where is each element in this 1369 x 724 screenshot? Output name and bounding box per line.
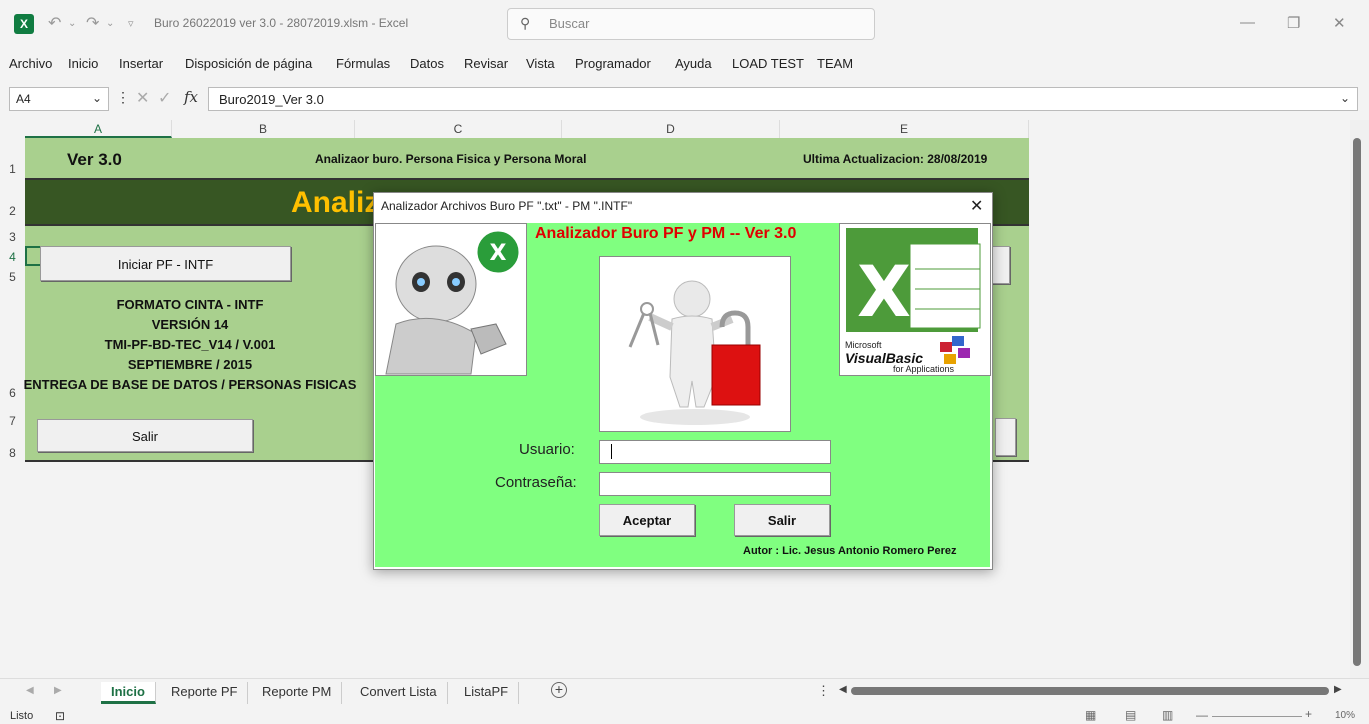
tab-vista[interactable]: Vista — [526, 56, 555, 71]
minimize-icon[interactable]: — — [1240, 14, 1255, 31]
row-header-5[interactable]: 5 — [0, 270, 25, 284]
tab-programador[interactable]: Programador — [575, 56, 651, 71]
tab-insertar[interactable]: Insertar — [119, 56, 163, 71]
check-icon[interactable]: ✓ — [158, 88, 171, 108]
page-break-icon[interactable]: ▥ — [1162, 708, 1173, 722]
redo-dropdown-icon[interactable]: ⌄ — [106, 18, 114, 29]
info-line: SEPTIEMBRE / 2015 — [127, 357, 253, 372]
svg-text:X: X — [857, 251, 911, 333]
tab-disposicion[interactable]: Disposición de página — [185, 56, 312, 71]
more-tabs-icon[interactable]: ⋮ — [817, 683, 830, 699]
normal-view-icon[interactable]: ▦ — [1085, 708, 1096, 722]
redo-icon[interactable]: ↷ — [86, 13, 99, 33]
tab-archivo[interactable]: Archivo — [9, 56, 52, 71]
column-header-c[interactable]: C — [355, 120, 562, 138]
column-header-b[interactable]: B — [172, 120, 355, 138]
info-line: ENTREGA DE BASE DE DATOS / PERSONAS FISI… — [23, 377, 357, 392]
row-header-8[interactable]: 8 — [0, 446, 25, 460]
tab-team[interactable]: TEAM — [817, 56, 853, 71]
row-header-2[interactable]: 2 — [0, 204, 25, 218]
dialog-close-icon[interactable]: ✕ — [970, 196, 983, 216]
tab-revisar[interactable]: Revisar — [464, 56, 508, 71]
svg-text:X: X — [490, 241, 507, 266]
search-icon: ⚲ — [520, 15, 531, 31]
column-header-d[interactable]: D — [562, 120, 780, 138]
hidden-sheet-button[interactable] — [995, 418, 1016, 456]
version-cell[interactable]: Ver 3.0 — [67, 150, 122, 170]
horizontal-scroll-thumb[interactable] — [851, 687, 1329, 695]
column-header-e[interactable]: E — [780, 120, 1029, 138]
zoom-slider[interactable] — [1212, 716, 1302, 717]
usuario-label: Usuario: — [519, 441, 575, 458]
row-header-4[interactable]: 4 — [0, 250, 25, 264]
page-layout-icon[interactable]: ▤ — [1125, 708, 1136, 722]
info-line: TMI-PF-BD-TEC_V14 / V.001 — [104, 337, 276, 352]
tab-datos[interactable]: Datos — [410, 56, 444, 71]
text-caret — [611, 444, 612, 459]
undo-icon[interactable]: ↶ — [48, 13, 61, 33]
expand-formula-icon[interactable]: ⌄ — [1340, 91, 1350, 105]
excel-icon: X — [14, 14, 34, 34]
undo-dropdown-icon[interactable]: ⌄ — [68, 18, 76, 29]
restore-icon[interactable]: ❐ — [1287, 14, 1300, 32]
password-label: Contraseña: — [495, 474, 577, 491]
hscroll-right-icon[interactable]: ▶ — [1334, 684, 1342, 695]
status-ready: Listo — [10, 710, 34, 722]
more-options-icon[interactable]: ⋮ — [116, 89, 130, 106]
dialog-heading: Analizador Buro PF y PM -- Ver 3.0 — [535, 225, 797, 242]
insert-function-icon[interactable]: fx — [184, 88, 198, 106]
vba-logo-subtitle: for Applications — [893, 364, 955, 374]
zoom-in-icon[interactable]: + — [1305, 707, 1312, 721]
search-placeholder: Buscar — [549, 16, 590, 31]
iniciar-pf-button[interactable]: Iniciar PF - INTF — [40, 246, 291, 281]
lock-keys-image — [599, 256, 791, 432]
macro-record-icon[interactable]: ⊡ — [55, 709, 65, 723]
sheet-tab-convert-lista[interactable]: Convert Lista — [350, 682, 448, 704]
chevron-down-icon[interactable]: ⌄ — [92, 91, 102, 105]
scroll-tabs-left-icon[interactable]: ◀ — [26, 685, 34, 696]
row-header-1[interactable]: 1 — [0, 162, 25, 176]
sheet-tab-reporte-pm[interactable]: Reporte PM — [252, 682, 343, 704]
salir-sheet-button[interactable]: Salir — [37, 419, 253, 452]
info-line: FORMATO CINTA - INTF — [116, 297, 264, 312]
close-window-icon[interactable]: ✕ — [1333, 14, 1346, 32]
tab-formulas[interactable]: Fórmulas — [336, 56, 390, 71]
aceptar-button[interactable]: Aceptar — [599, 504, 695, 536]
sheet-tab-listapf[interactable]: ListaPF — [454, 682, 520, 704]
document-title: Buro 26022019 ver 3.0 - 28072019.xlsm - … — [154, 16, 409, 30]
tab-ayuda[interactable]: Ayuda — [675, 56, 712, 71]
vertical-scroll-thumb[interactable] — [1353, 138, 1361, 666]
author-label: Autor : Lic. Jesus Antonio Romero Perez — [743, 545, 957, 557]
customize-toolbar-icon[interactable]: ▿ — [128, 17, 134, 30]
zoom-level[interactable]: 10% — [1335, 710, 1355, 721]
updated-cell[interactable]: Ultima Actualizacion: 28/08/2019 — [803, 152, 987, 166]
row-header-3[interactable]: 3 — [0, 230, 25, 244]
sheet-tab-reporte-pf[interactable]: Reporte PF — [161, 682, 249, 704]
tab-inicio[interactable]: Inicio — [68, 56, 98, 71]
hidden-sheet-button[interactable] — [990, 246, 1010, 284]
cancel-icon[interactable]: ✕ — [136, 88, 149, 108]
usuario-input[interactable] — [599, 440, 831, 464]
password-input[interactable] — [599, 472, 831, 496]
dialog-title: Analizador Archivos Buro PF ".txt" - PM … — [381, 199, 633, 213]
robot-image: X — [375, 223, 527, 376]
scroll-tabs-right-icon[interactable]: ▶ — [54, 685, 62, 696]
big-title: Analiz — [291, 186, 380, 219]
row-header-7[interactable]: 7 — [0, 414, 25, 428]
sheet-tab-inicio[interactable]: Inicio — [101, 682, 156, 704]
formula-input[interactable]: Buro2019_Ver 3.0 — [208, 87, 1358, 111]
column-header-a[interactable]: A — [25, 120, 172, 138]
salir-dialog-button[interactable]: Salir — [734, 504, 830, 536]
info-line: VERSIÓN 14 — [151, 317, 229, 332]
hscroll-left-icon[interactable]: ◀ — [839, 684, 847, 695]
add-sheet-icon[interactable]: + — [551, 682, 567, 698]
vba-logo-microsoft: Microsoft — [845, 340, 882, 350]
zoom-out-icon[interactable]: — — [1196, 708, 1208, 722]
tab-load-test[interactable]: LOAD TEST — [732, 56, 804, 71]
subtitle-cell[interactable]: Analizaor buro. Persona Fisica y Persona… — [315, 152, 586, 166]
